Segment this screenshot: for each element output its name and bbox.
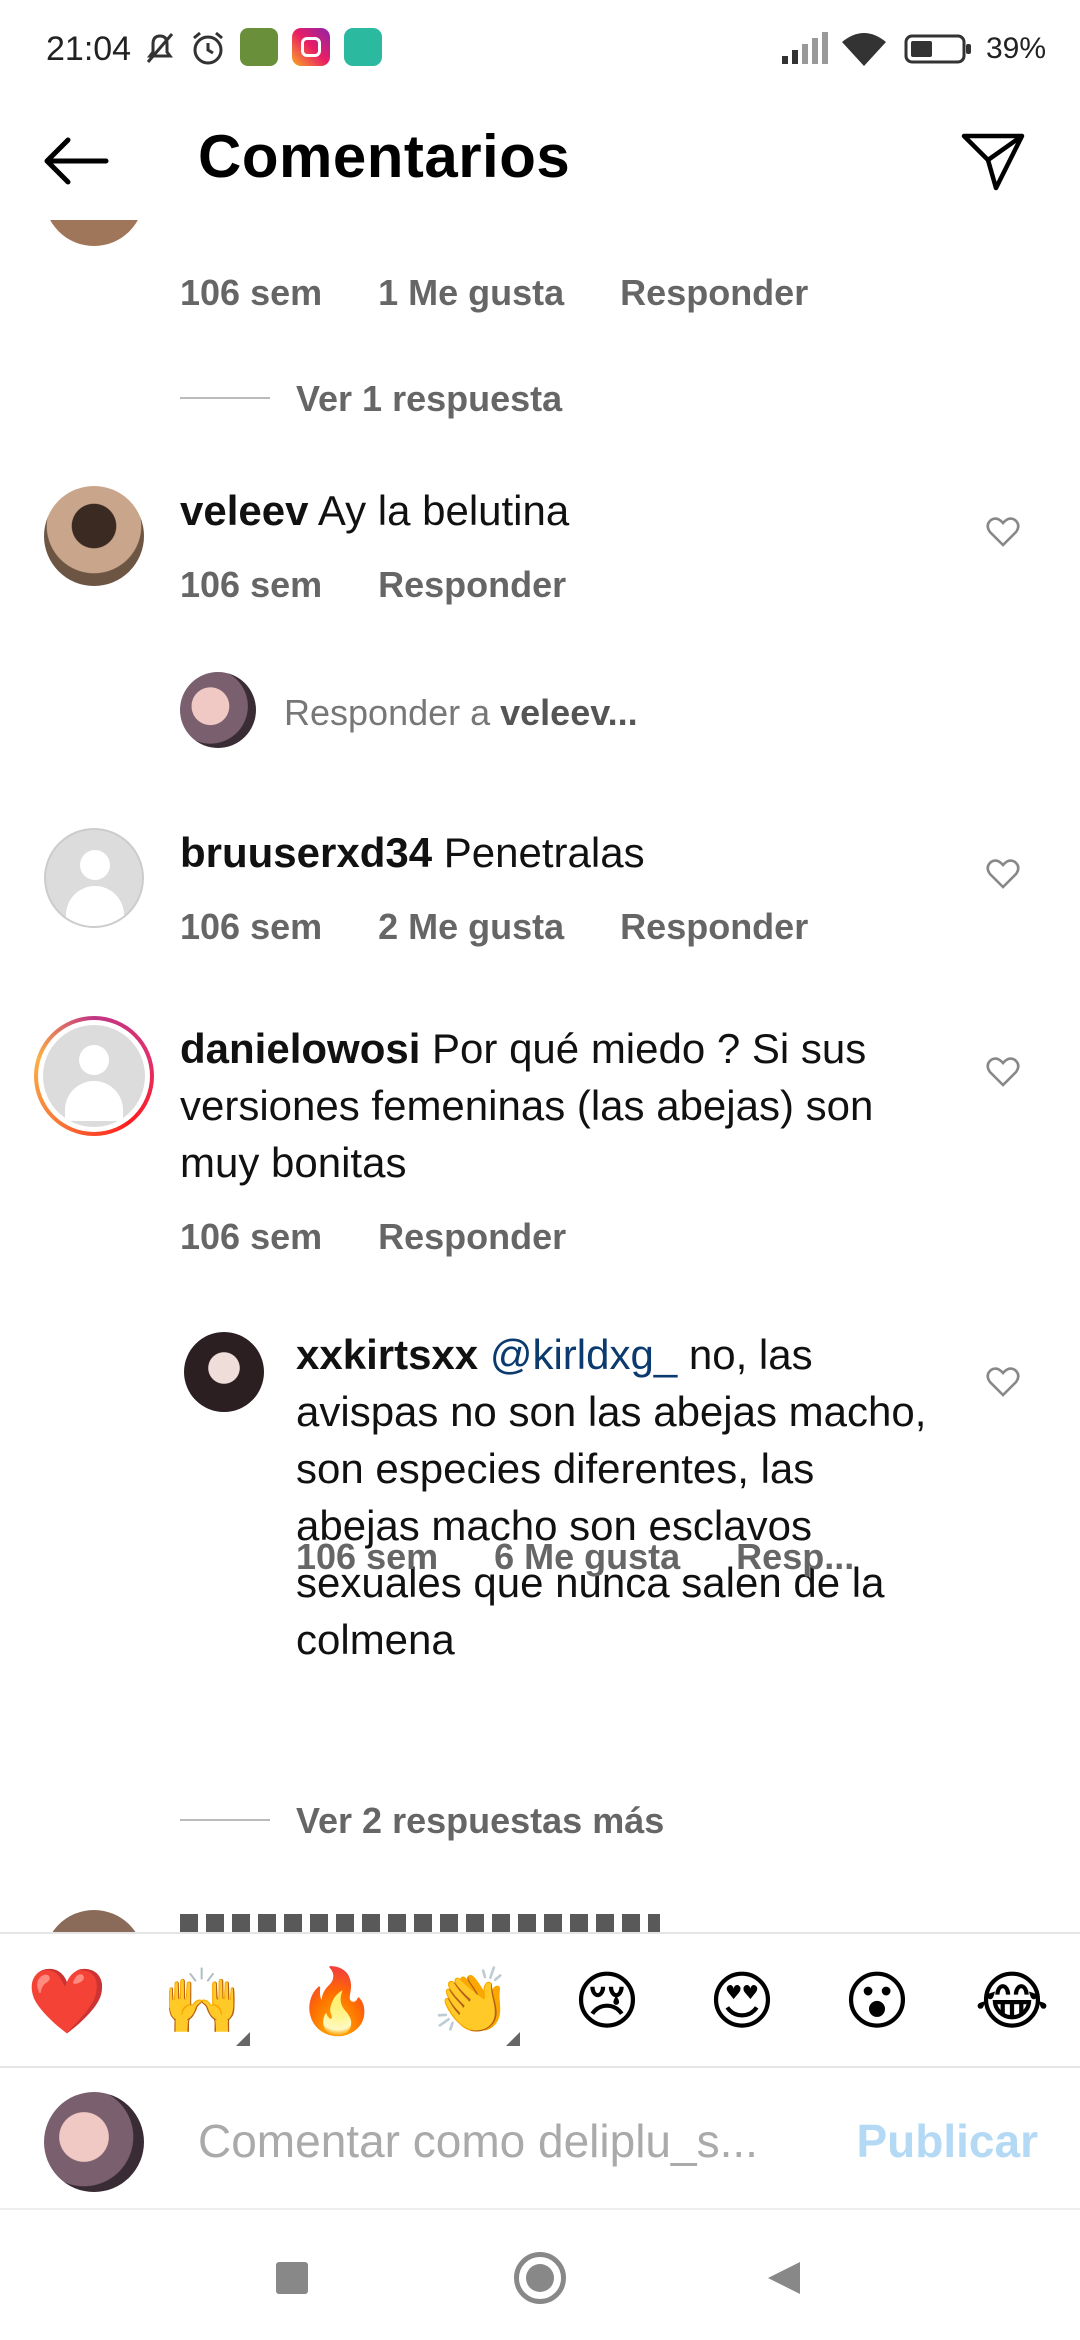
comment-likes[interactable]: 6 Me gusta	[494, 1536, 680, 1577]
avatar[interactable]	[44, 486, 144, 586]
view-replies-link[interactable]: Ver 1 respuesta	[296, 378, 562, 420]
comment-mention[interactable]: @kirldxg_	[490, 1331, 677, 1378]
avatar[interactable]	[44, 1910, 144, 1932]
publish-button[interactable]: Publicar	[856, 2114, 1038, 2168]
comment-meta: 106 sem 6 Me gusta Resp...	[296, 1536, 910, 1578]
home-icon[interactable]	[514, 2252, 566, 2304]
system-nav-bar	[0, 2208, 1080, 2340]
emoji-heart-eyes[interactable]: 😍	[697, 1964, 787, 2040]
skin-tone-indicator	[236, 2032, 250, 2046]
comment-text: no, las avispas no son las abejas macho,…	[296, 1331, 927, 1663]
comment-likes[interactable]: 2 Me gusta	[378, 906, 564, 947]
recents-icon[interactable]	[276, 2262, 308, 2294]
reply-button[interactable]: Resp...	[736, 1536, 854, 1577]
avatar[interactable]	[184, 1332, 264, 1412]
comment-time: 106 sem	[180, 1216, 323, 1257]
comment-meta: 106 sem 2 Me gusta Responder	[180, 906, 864, 948]
reply-prompt-user: veleev...	[500, 692, 638, 733]
back-arrow-icon[interactable]	[42, 136, 110, 186]
comment-username[interactable]: bruuserxd34	[180, 829, 432, 876]
reply-button[interactable]: Responder	[378, 1216, 566, 1257]
back-nav-icon[interactable]	[764, 2258, 804, 2298]
emoji-fire[interactable]: 🔥	[292, 1964, 382, 2040]
like-heart-icon[interactable]	[986, 858, 1020, 890]
comment-composer: Comentar como deliplu_s... Publicar	[0, 2068, 1080, 2208]
comment-text: Ay la belutina	[317, 487, 570, 534]
comment-username[interactable]: xxkirtsxx	[296, 1331, 478, 1378]
comment-username[interactable]: veleev	[180, 487, 308, 534]
avatar-placeholder[interactable]	[44, 828, 144, 928]
comment-body: danielowosi Por qué miedo ? Si sus versi…	[180, 1020, 950, 1191]
comment-time: 106 sem	[180, 272, 323, 313]
comment-meta: 106 sem 1 Me gusta Responder	[180, 272, 864, 314]
instagram-app-icon	[292, 28, 330, 66]
top-bar: Comentarios	[0, 100, 1080, 220]
comment-time: 106 sem	[180, 564, 323, 605]
comment-meta: 106 sem Responder	[180, 1216, 622, 1258]
reply-button[interactable]: Responder	[620, 906, 808, 947]
bell-off-icon	[146, 33, 174, 63]
like-heart-icon[interactable]	[986, 1056, 1020, 1088]
comment-clipped	[180, 1914, 680, 1932]
emoji-clapping[interactable]: 👏	[427, 1964, 517, 2040]
comment-body: xxkirtsxx @kirldxg_ no, las avispas no s…	[296, 1326, 936, 1668]
replies-divider	[180, 397, 270, 399]
comment-body: bruuserxd34 Penetralas	[180, 824, 940, 881]
comment-meta: 106 sem Responder	[180, 564, 622, 606]
like-heart-icon[interactable]	[986, 1366, 1020, 1398]
page-title: Comentarios	[198, 123, 571, 190]
battery-percent: 39%	[985, 32, 1046, 65]
quick-emoji-bar: ❤️ 🙌 🔥 👏 😢 😍 😮 😂	[0, 1932, 1080, 2068]
story-ring-avatar[interactable]	[34, 1016, 154, 1136]
replies-divider	[180, 1819, 270, 1821]
comment-input[interactable]: Comentar como deliplu_s...	[198, 2114, 758, 2168]
status-bar: 21:04 39%	[0, 0, 1080, 100]
comment-list[interactable]: 106 sem 1 Me gusta Responder Ver 1 respues…	[0, 220, 1080, 1932]
current-user-avatar	[44, 2092, 144, 2192]
comment-time: 106 sem	[296, 1536, 439, 1577]
wifi-icon	[842, 33, 886, 66]
comment-text: Penetralas	[443, 829, 645, 876]
reply-button[interactable]: Responder	[378, 564, 566, 605]
emoji-heart[interactable]: ❤️	[22, 1964, 112, 2040]
signal-icon	[782, 32, 828, 64]
view-more-replies-link[interactable]: Ver 2 respuestas más	[296, 1800, 664, 1842]
current-user-avatar	[180, 672, 256, 748]
like-heart-icon[interactable]	[986, 516, 1020, 548]
emoji-raising-hands[interactable]: 🙌	[157, 1964, 247, 2040]
skin-tone-indicator	[506, 2032, 520, 2046]
status-time: 21:04	[46, 30, 132, 68]
comment-body: veleev Ay la belutina	[180, 482, 940, 539]
emoji-crying[interactable]: 😢	[562, 1964, 652, 2040]
reply-button[interactable]: Responder	[620, 272, 808, 313]
avatar[interactable]	[44, 220, 144, 246]
app-notification-icon	[344, 28, 382, 66]
alarm-icon	[193, 31, 223, 65]
comment-time: 106 sem	[180, 906, 323, 947]
game-app-icon	[240, 28, 278, 66]
emoji-laughing[interactable]: 😂	[967, 1964, 1057, 2040]
battery-icon	[904, 34, 971, 64]
emoji-surprised[interactable]: 😮	[832, 1964, 922, 2040]
comment-likes[interactable]: 1 Me gusta	[378, 272, 564, 313]
reply-prompt[interactable]: Responder a veleev...	[284, 692, 638, 734]
comment-username[interactable]: danielowosi	[180, 1025, 420, 1072]
reply-prompt-prefix: Responder a	[284, 692, 501, 733]
share-send-icon[interactable]	[960, 130, 1026, 192]
